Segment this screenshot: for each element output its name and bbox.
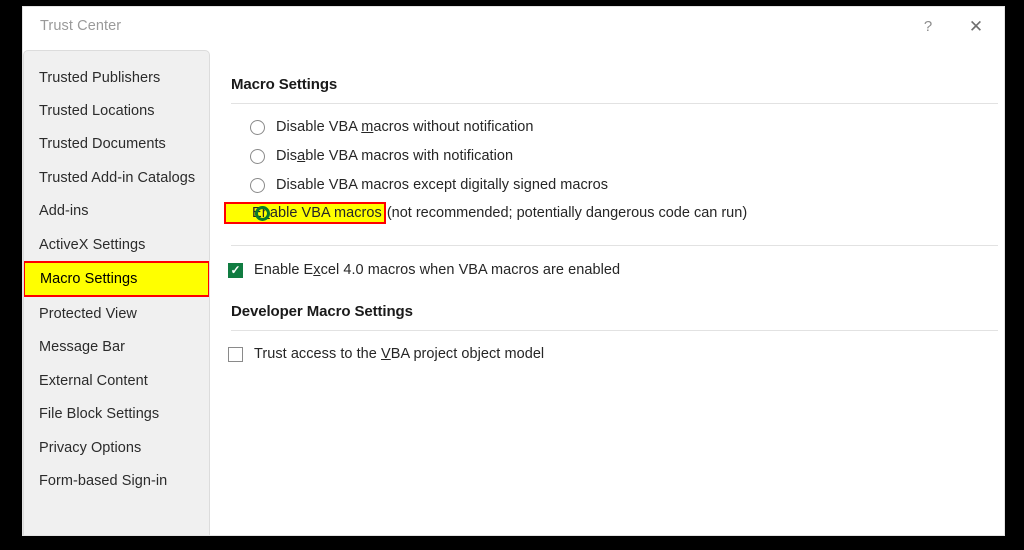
macro-option-tail-4: (not recommended; potentially dangerous … <box>386 205 748 221</box>
enable-excel4-macros-checkbox[interactable]: ✓ <box>228 262 243 278</box>
sidebar-item-label: ActiveX Settings <box>39 236 146 253</box>
window-titlebar: Trust Center ? ✕ <box>23 7 1004 47</box>
sidebar-item-label: Trusted Add-in Catalogs <box>39 169 196 186</box>
excel4-divider <box>231 245 998 246</box>
sidebar-item-file-block-settings[interactable]: File Block Settings <box>24 398 209 431</box>
checkmark-icon: ✓ <box>230 263 241 277</box>
macro-option-label-1: Disable VBA macros without notification <box>276 119 534 135</box>
sidebar-item-message-bar[interactable]: Message Bar <box>24 331 209 364</box>
radio-button-option-2[interactable] <box>250 148 265 164</box>
sidebar-item-add-ins[interactable]: Add-ins <box>24 195 209 228</box>
macro-option-row-1[interactable]: Disable VBA macros without notification <box>250 116 533 138</box>
sidebar-item-label: File Block Settings <box>39 406 160 423</box>
macro-settings-divider <box>231 103 998 104</box>
help-button[interactable]: ? <box>906 10 950 43</box>
sidebar-item-activex-settings[interactable]: ActiveX Settings <box>24 228 209 261</box>
macro-option-row-4[interactable]: Enable VBA macros (not recommended; poten… <box>224 202 748 224</box>
developer-macro-settings-heading: Developer Macro Settings <box>231 303 413 320</box>
radio-button-option-1[interactable] <box>250 119 265 135</box>
sidebar-item-privacy-options[interactable]: Privacy Options <box>24 431 209 464</box>
sidebar-item-label: Protected View <box>39 306 137 323</box>
sidebar-item-label: Trusted Locations <box>39 103 155 120</box>
sidebar-item-label: Macro Settings <box>40 271 138 288</box>
close-button[interactable]: ✕ <box>954 10 998 43</box>
macro-option-row-2[interactable]: Disable VBA macros with notification <box>250 145 513 167</box>
radio-button-option-3[interactable] <box>250 177 265 193</box>
sidebar-item-label: External Content <box>39 372 148 389</box>
trust-access-vba-label: Trust access to the VBA project object m… <box>254 346 545 362</box>
sidebar-item-label: Message Bar <box>39 339 125 356</box>
macro-option-label-2: Disable VBA macros with notification <box>276 148 514 164</box>
settings-content-pane: Macro Settings Disable VBA macros withou… <box>210 47 1004 535</box>
sidebar-item-label: Trusted Publishers <box>39 69 161 86</box>
sidebar-item-form-based-sign-in[interactable]: Form-based Sign-in <box>24 464 209 497</box>
sidebar-item-trusted-add-in-catalogs[interactable]: Trusted Add-in Catalogs <box>24 161 209 194</box>
macro-option-label-3: Disable VBA macros except digitally sign… <box>276 177 609 193</box>
sidebar-item-trusted-locations[interactable]: Trusted Locations <box>24 94 209 127</box>
category-list: Trusted Publishers Trusted Locations Trust… <box>24 51 209 498</box>
sidebar-item-macro-settings[interactable]: Macro Settings <box>24 261 209 298</box>
sidebar-item-external-content[interactable]: External Content <box>24 364 209 397</box>
macro-option-label-4: Enable VBA macros <box>252 205 382 221</box>
sidebar-item-trusted-documents[interactable]: Trusted Documents <box>24 128 209 161</box>
enable-excel4-macros-label: Enable Excel 4.0 macros when VBA macros … <box>254 262 621 278</box>
radio-button-option-4[interactable] <box>255 205 270 221</box>
highlight-annotation-box: Enable VBA macros <box>224 202 386 224</box>
sidebar-item-protected-view[interactable]: Protected View <box>24 297 209 330</box>
developer-macro-settings-divider <box>231 330 998 331</box>
sidebar-item-label: Add-ins <box>39 203 89 220</box>
trust-access-vba-checkbox[interactable]: ✓ <box>228 346 243 362</box>
macro-settings-heading: Macro Settings <box>231 76 338 93</box>
sidebar-item-trusted-publishers[interactable]: Trusted Publishers <box>24 61 209 94</box>
question-mark-icon: ? <box>923 18 933 35</box>
trust-center-dialog: Trust Center ? ✕ Trusted Publishers Trust… <box>22 6 1005 536</box>
macro-option-row-3[interactable]: Disable VBA macros except digitally sign… <box>250 174 608 196</box>
enable-excel4-macros-checkbox-row[interactable]: ✓ Enable Excel 4.0 macros when VBA macro… <box>228 259 620 281</box>
window-title: Trust Center <box>40 18 122 34</box>
sidebar-item-label: Form-based Sign-in <box>39 472 168 489</box>
close-icon: ✕ <box>968 17 984 36</box>
sidebar-item-label: Privacy Options <box>39 439 142 456</box>
sidebar-item-label: Trusted Documents <box>39 136 166 153</box>
category-sidebar[interactable]: Trusted Publishers Trusted Locations Trust… <box>23 50 210 535</box>
trust-access-vba-checkbox-row[interactable]: ✓ Trust access to the VBA project object… <box>228 343 544 365</box>
screenshot-root: Trust Center ? ✕ Trusted Publishers Trust… <box>0 0 1024 550</box>
